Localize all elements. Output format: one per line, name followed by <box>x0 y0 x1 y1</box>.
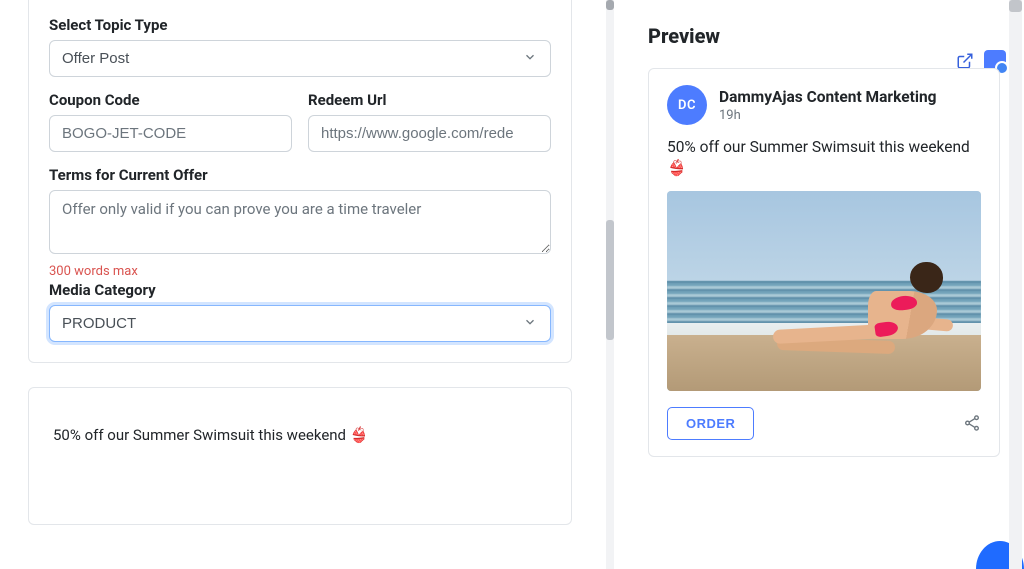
terms-textarea[interactable] <box>49 190 551 254</box>
media-category-select[interactable] <box>49 305 551 342</box>
topic-type-label: Select Topic Type <box>49 16 551 34</box>
post-timestamp: 19h <box>719 108 937 123</box>
avatar: DC <box>667 85 707 125</box>
media-category-value[interactable] <box>49 305 551 342</box>
share-icon[interactable] <box>963 414 981 432</box>
post-text[interactable]: 50% off our Summer Swimsuit this weekend… <box>49 404 551 504</box>
redeem-url-label: Redeem Url <box>308 91 551 109</box>
business-name: DammyAjas Content Marketing <box>719 88 937 106</box>
form-card-post-text: 50% off our Summer Swimsuit this weekend… <box>28 387 572 525</box>
coupon-code-label: Coupon Code <box>49 91 292 109</box>
form-pane: Select Topic Type Coupon Code Redeem Url <box>0 0 600 569</box>
page-scrollbar-thumb[interactable] <box>1009 0 1022 12</box>
terms-label: Terms for Current Offer <box>49 166 551 184</box>
media-category-label: Media Category <box>49 281 551 299</box>
page-scrollbar-track[interactable] <box>1009 0 1022 569</box>
topic-type-value[interactable] <box>49 40 551 77</box>
post-image <box>667 191 981 391</box>
preview-pane: Preview DC DammyAjas Content Marketing 1… <box>620 0 1024 569</box>
inner-scrollbar[interactable] <box>600 0 620 569</box>
preview-card: DC DammyAjas Content Marketing 19h 50% o… <box>648 68 1000 457</box>
coupon-code-input[interactable] <box>49 115 292 152</box>
terms-hint: 300 words max <box>49 264 551 279</box>
topic-type-select[interactable] <box>49 40 551 77</box>
preview-heading: Preview <box>648 24 1000 48</box>
redeem-url-input[interactable] <box>308 115 551 152</box>
order-button[interactable]: ORDER <box>667 407 754 440</box>
post-body-text: 50% off our Summer Swimsuit this weekend… <box>667 137 981 179</box>
form-card-main: Select Topic Type Coupon Code Redeem Url <box>28 0 572 363</box>
